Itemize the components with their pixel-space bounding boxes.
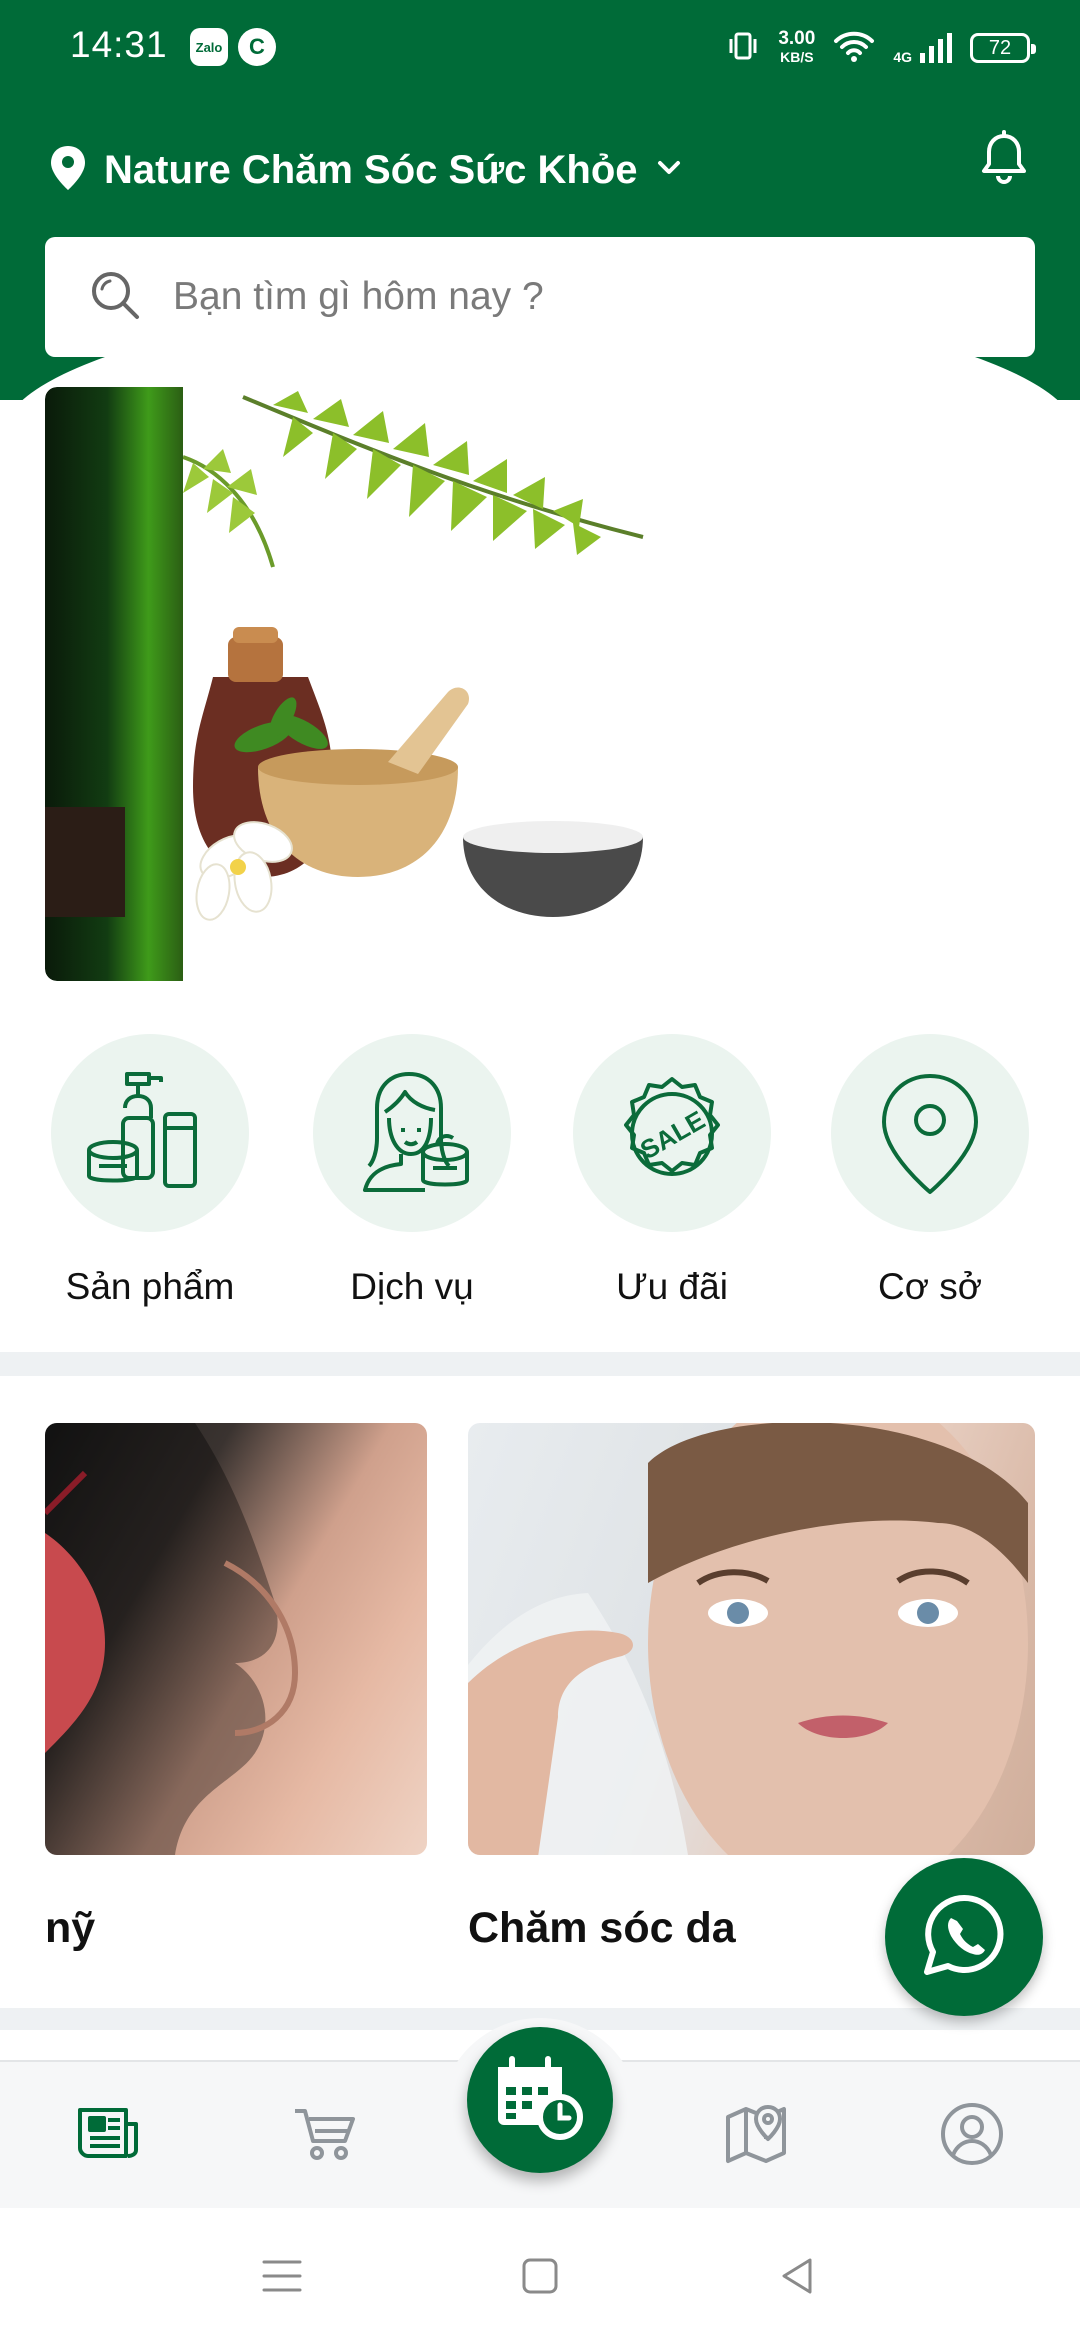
menu-icon[interactable] — [254, 2250, 310, 2302]
nav-profile[interactable] — [932, 2096, 1012, 2176]
app-screen: 14:31 Zalo C 3.00 KB/S 4G 72 Nature Chăm… — [0, 0, 1080, 2340]
category-deals[interactable]: SALE Ưu đãi — [572, 1034, 772, 1324]
news-icon — [76, 2106, 140, 2167]
vibrate-icon — [726, 29, 760, 68]
chevron-down-icon — [654, 153, 684, 188]
promo-banner[interactable] — [45, 387, 1035, 981]
bell-icon[interactable] — [974, 128, 1034, 188]
app-c-icon: C — [238, 28, 276, 66]
location-title: Nature Chăm Sóc Sức Khỏe — [104, 147, 638, 192]
home-icon[interactable] — [512, 2250, 568, 2302]
nav-cart[interactable] — [285, 2096, 365, 2176]
service-card-image-lips[interactable] — [45, 1423, 427, 1855]
status-time: 14:31 — [70, 24, 168, 65]
back-icon[interactable] — [770, 2250, 826, 2302]
sale-badge-icon: SALE — [573, 1034, 771, 1232]
products-icon — [51, 1034, 249, 1232]
status-bar: 14:31 Zalo C 3.00 KB/S 4G 72 — [0, 0, 1080, 96]
location-selector[interactable]: Nature Chăm Sóc Sức Khỏe — [48, 130, 684, 210]
service-label-2[interactable]: Chăm sóc da — [468, 1904, 736, 1953]
cell-signal-icon: 4G — [893, 31, 952, 65]
battery-indicator: 72 — [970, 33, 1036, 63]
search-input[interactable] — [173, 275, 973, 319]
net-speed: 3.00 KB/S — [778, 28, 816, 65]
service-label-1[interactable]: nỹ — [45, 1904, 95, 1953]
service-card-image-skincare[interactable] — [468, 1423, 1035, 1855]
section-divider — [0, 1352, 1080, 1376]
category-locations[interactable]: Cơ sở — [830, 1034, 1030, 1324]
banner-spa-image — [183, 391, 644, 921]
banner-previous-slide-object — [45, 807, 125, 917]
calendar-clock-icon — [494, 2055, 586, 2146]
profile-icon — [939, 2101, 1005, 2172]
cart-icon — [293, 2105, 357, 2168]
search-icon — [85, 265, 145, 330]
status-icons: 3.00 KB/S 4G 72 — [726, 24, 1036, 72]
beauty-service-icon — [313, 1034, 511, 1232]
whatsapp-icon — [921, 1892, 1007, 1983]
whatsapp-button[interactable] — [885, 1858, 1043, 2016]
nav-map[interactable] — [716, 2096, 796, 2176]
location-icon — [831, 1034, 1029, 1232]
wifi-icon — [833, 29, 875, 68]
map-icon — [724, 2103, 788, 2170]
category-services[interactable]: Dịch vụ — [312, 1034, 512, 1324]
location-pin-icon — [48, 144, 88, 197]
nav-news[interactable] — [68, 2096, 148, 2176]
category-products[interactable]: Sản phẩm — [50, 1034, 250, 1324]
zalo-icon: Zalo — [190, 28, 228, 66]
search-bar[interactable] — [45, 237, 1035, 357]
booking-button[interactable] — [467, 2027, 613, 2173]
